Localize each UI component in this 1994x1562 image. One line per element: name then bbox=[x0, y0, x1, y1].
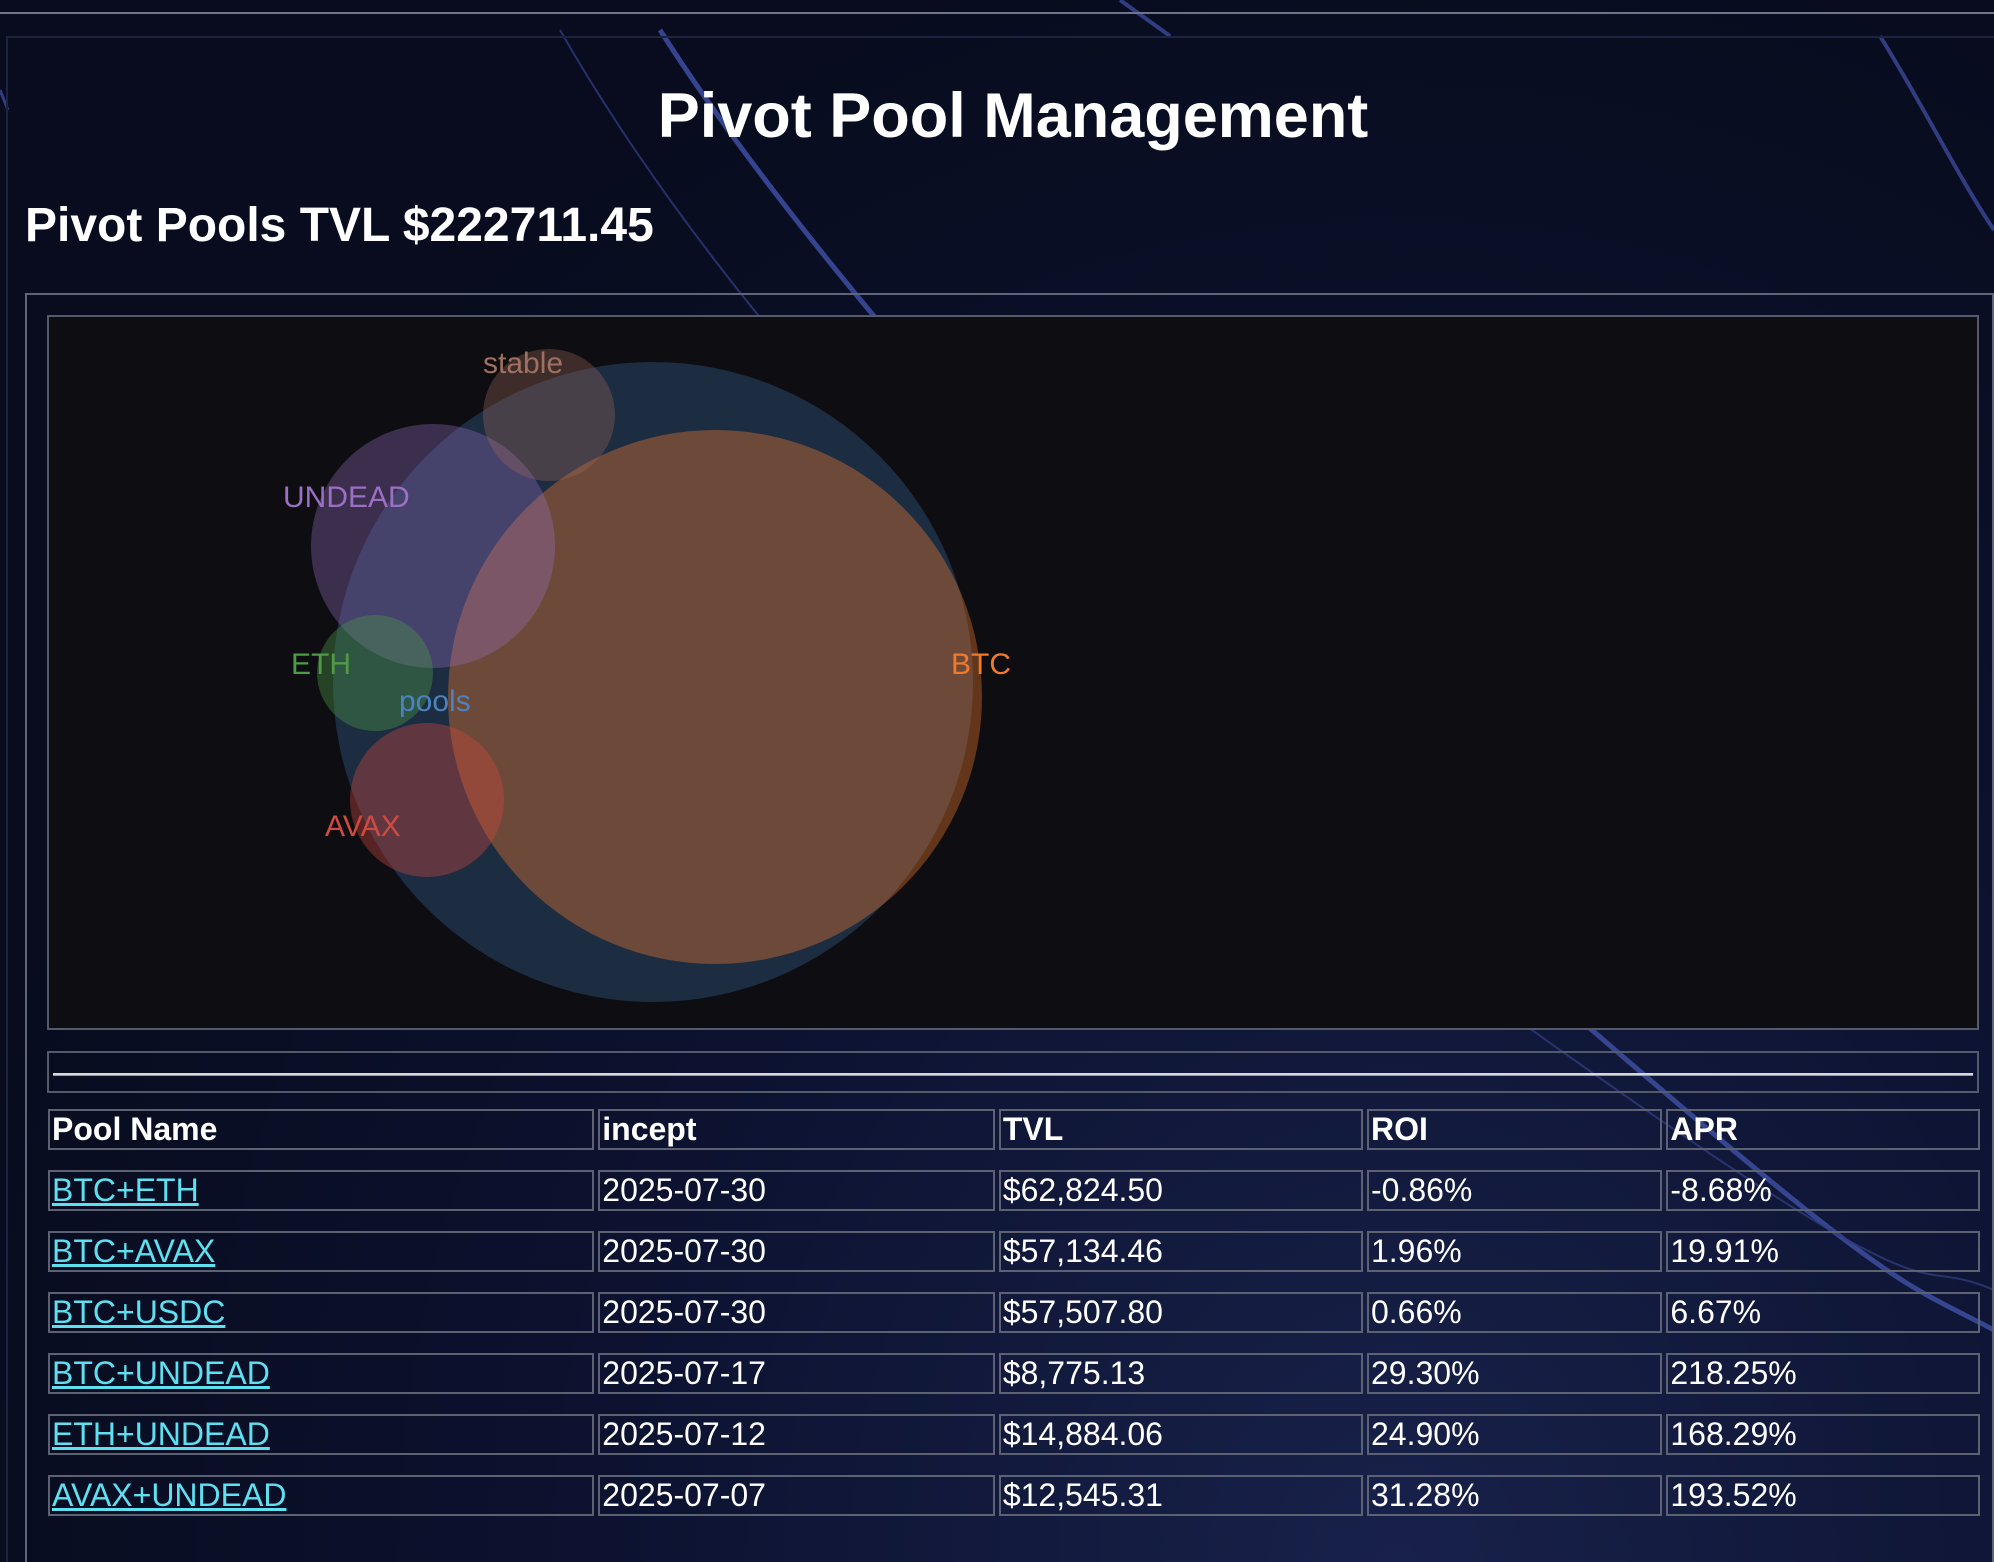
separator-box bbox=[47, 1051, 1979, 1093]
pool-link[interactable]: ETH+UNDEAD bbox=[52, 1416, 270, 1452]
column-header-pool-name[interactable]: Pool Name bbox=[48, 1109, 595, 1150]
apr-cell: 6.67% bbox=[1666, 1292, 1980, 1333]
bubble-label-avax: AVAX bbox=[325, 810, 401, 843]
incept-cell: 2025-07-12 bbox=[598, 1414, 995, 1455]
table-row: AVAX+UNDEAD 2025-07-07 $12,545.31 31.28%… bbox=[48, 1475, 1980, 1516]
horizontal-rule bbox=[53, 1073, 1973, 1076]
pool-link[interactable]: BTC+AVAX bbox=[52, 1233, 215, 1269]
tvl-cell: $14,884.06 bbox=[998, 1414, 1363, 1455]
column-header-tvl[interactable]: TVL bbox=[998, 1109, 1363, 1150]
pool-name-cell: BTC+AVAX bbox=[48, 1231, 595, 1272]
bubble-avax[interactable] bbox=[350, 723, 504, 877]
incept-cell: 2025-07-30 bbox=[598, 1170, 995, 1211]
incept-cell: 2025-07-30 bbox=[598, 1231, 995, 1272]
page-title: Pivot Pool Management bbox=[657, 81, 1369, 151]
tvl-cell: $57,507.80 bbox=[998, 1292, 1363, 1333]
roi-cell: 29.30% bbox=[1366, 1353, 1663, 1394]
pool-link[interactable]: BTC+UNDEAD bbox=[52, 1355, 270, 1391]
table-row: BTC+UNDEAD 2025-07-17 $8,775.13 29.30% 2… bbox=[48, 1353, 1980, 1394]
tvl-heading: Pivot Pools TVL $222711.45 bbox=[25, 199, 654, 252]
roi-cell: -0.86% bbox=[1366, 1170, 1663, 1211]
pool-name-cell: ETH+UNDEAD bbox=[48, 1414, 595, 1455]
bubble-label-eth: ETH bbox=[291, 648, 351, 681]
roi-cell: 1.96% bbox=[1366, 1231, 1663, 1272]
incept-cell: 2025-07-17 bbox=[598, 1353, 995, 1394]
tvl-cell: $12,545.31 bbox=[998, 1475, 1363, 1516]
pool-link[interactable]: AVAX+UNDEAD bbox=[52, 1477, 286, 1513]
column-header-apr[interactable]: APR bbox=[1666, 1109, 1980, 1150]
tvl-cell: $62,824.50 bbox=[998, 1170, 1363, 1211]
incept-cell: 2025-07-30 bbox=[598, 1292, 995, 1333]
table-row: BTC+ETH 2025-07-30 $62,824.50 -0.86% -8.… bbox=[48, 1170, 1980, 1211]
pool-name-cell: BTC+ETH bbox=[48, 1170, 595, 1211]
pool-name-cell: AVAX+UNDEAD bbox=[48, 1475, 595, 1516]
tvl-cell: $57,134.46 bbox=[998, 1231, 1363, 1272]
page: Pivot Pool Management Pivot Pools TVL $2… bbox=[0, 0, 1994, 1562]
pools-table: Pool Name incept TVL ROI APR BTC+ETH 202… bbox=[44, 1089, 1984, 1536]
bubble-label-pools: pools bbox=[399, 685, 471, 718]
apr-cell: 19.91% bbox=[1666, 1231, 1980, 1272]
incept-cell: 2025-07-07 bbox=[598, 1475, 995, 1516]
bubble-chart[interactable]: stable UNDEAD ETH pools AVAX BTC bbox=[47, 315, 1979, 1030]
table-row: ETH+UNDEAD 2025-07-12 $14,884.06 24.90% … bbox=[48, 1414, 1980, 1455]
column-header-roi[interactable]: ROI bbox=[1366, 1109, 1663, 1150]
pool-link[interactable]: BTC+ETH bbox=[52, 1172, 199, 1208]
apr-cell: 168.29% bbox=[1666, 1414, 1980, 1455]
roi-cell: 31.28% bbox=[1366, 1475, 1663, 1516]
bubble-label-btc: BTC bbox=[951, 648, 1011, 681]
roi-cell: 24.90% bbox=[1366, 1414, 1663, 1455]
roi-cell: 0.66% bbox=[1366, 1292, 1663, 1333]
table-row: BTC+AVAX 2025-07-30 $57,134.46 1.96% 19.… bbox=[48, 1231, 1980, 1272]
bubble-label-stable: stable bbox=[483, 347, 563, 380]
bubble-label-undead: UNDEAD bbox=[283, 481, 410, 514]
bubble-chart-svg: stable UNDEAD ETH pools AVAX BTC bbox=[283, 347, 1011, 1002]
apr-cell: -8.68% bbox=[1666, 1170, 1980, 1211]
pool-name-cell: BTC+USDC bbox=[48, 1292, 595, 1333]
apr-cell: 218.25% bbox=[1666, 1353, 1980, 1394]
tvl-cell: $8,775.13 bbox=[998, 1353, 1363, 1394]
table-header-row: Pool Name incept TVL ROI APR bbox=[48, 1109, 1980, 1150]
table-row: BTC+USDC 2025-07-30 $57,507.80 0.66% 6.6… bbox=[48, 1292, 1980, 1333]
apr-cell: 193.52% bbox=[1666, 1475, 1980, 1516]
pool-link[interactable]: BTC+USDC bbox=[52, 1294, 225, 1330]
pool-name-cell: BTC+UNDEAD bbox=[48, 1353, 595, 1394]
column-header-incept[interactable]: incept bbox=[598, 1109, 995, 1150]
top-divider bbox=[0, 12, 1994, 14]
